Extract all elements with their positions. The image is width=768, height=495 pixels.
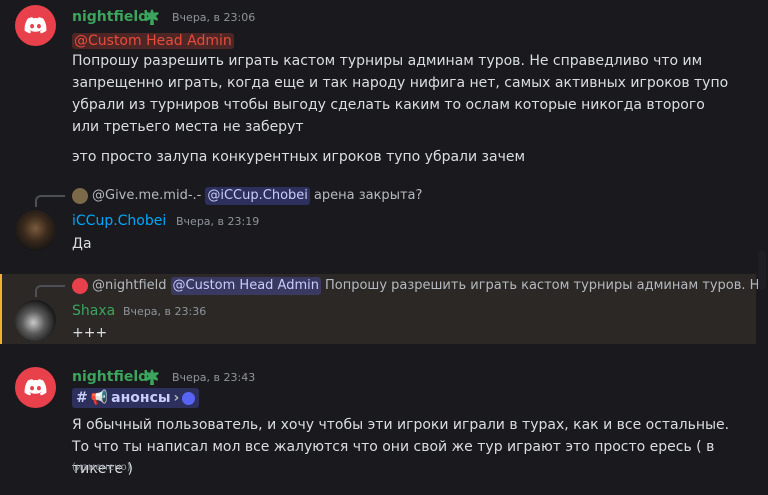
chat-messages: nightfield Вчера, в 23:06 @Custom Head A… <box>0 0 768 495</box>
message-body: @Custom Head Admin <box>72 30 732 52</box>
reply-spine <box>35 285 65 297</box>
leaf-badge-icon <box>145 9 159 25</box>
discord-logo-icon <box>24 379 47 396</box>
reply-author[interactable]: @Give.me.mid-.- <box>92 187 201 205</box>
reply-preview[interactable]: @Give.me.mid-.- @iCCup.Chobei арена закр… <box>72 187 422 205</box>
reply-avatar <box>72 278 88 294</box>
channel-hash-icon: # <box>76 390 88 406</box>
reply-text: Попрошу разрешить играть кастом турниры … <box>325 278 768 293</box>
message-body: Да <box>72 236 92 252</box>
reply-avatar <box>72 188 88 204</box>
megaphone-icon: 📢 <box>90 390 109 406</box>
avatar[interactable] <box>15 5 56 46</box>
edited-label: (изменено) <box>72 462 131 473</box>
reply-preview[interactable]: @nightfield @Custom Head Admin Попрошу р… <box>72 277 768 295</box>
highlight-bar <box>0 274 2 344</box>
role-mention[interactable]: @Custom Head Admin <box>72 33 234 49</box>
reply-author[interactable]: @nightfield <box>92 277 167 295</box>
avatar[interactable] <box>15 300 56 341</box>
timestamp: Вчера, в 23:19 <box>176 215 260 228</box>
reply-spine <box>35 195 65 207</box>
channel-name: анонсы <box>111 390 171 406</box>
message-body: +++ <box>72 325 108 341</box>
user-mention[interactable]: @iCCup.Chobei <box>205 187 310 205</box>
username[interactable]: nightfield <box>72 368 148 386</box>
message-paragraph: это просто залупа конкурентных игроков т… <box>72 149 526 165</box>
role-mention[interactable]: @Custom Head Admin <box>170 277 321 295</box>
avatar[interactable] <box>15 210 56 251</box>
username[interactable]: iCCup.Chobei <box>72 212 166 230</box>
timestamp: Вчера, в 23:06 <box>172 11 256 24</box>
avatar[interactable] <box>15 367 56 408</box>
discord-logo-icon <box>24 17 47 34</box>
timestamp: Вчера, в 23:43 <box>172 371 256 384</box>
reply-text: арена закрыта? <box>313 188 423 203</box>
message-body: Я обычный пользователь, и хочу чтобы эти… <box>72 417 730 477</box>
message-paragraph: Попрошу разрешить играть кастом турниры … <box>72 53 729 135</box>
chevron-right-icon: › <box>173 390 180 406</box>
leaf-badge-icon <box>145 369 159 385</box>
scrollbar[interactable] <box>758 0 768 495</box>
scroll-thumb[interactable] <box>758 250 766 290</box>
username[interactable]: nightfield <box>72 8 148 26</box>
thread-bubble-icon <box>182 391 196 405</box>
channel-mention[interactable]: # 📢 анонсы › <box>72 388 200 408</box>
username[interactable]: Shaxa <box>72 302 115 320</box>
timestamp: Вчера, в 23:36 <box>123 305 207 318</box>
